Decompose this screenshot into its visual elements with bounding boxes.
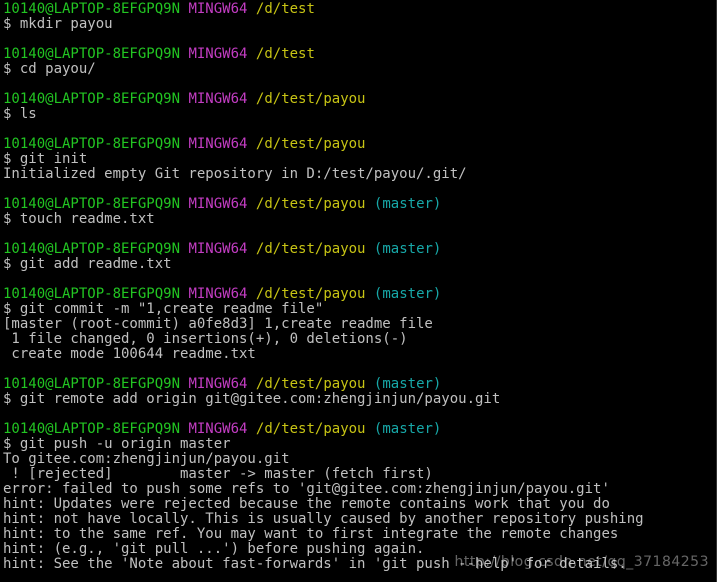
prompt-branch: (master): [373, 286, 442, 302]
prompt-user: 10140@LAPTOP-8EFGPQ9N: [3, 46, 181, 62]
prompt-system: MINGW64: [188, 241, 248, 257]
command-line: $ ls: [3, 106, 37, 122]
command-line: $ mkdir payou: [3, 16, 113, 32]
prompt-path: /d/test: [255, 46, 315, 62]
prompt-system: MINGW64: [188, 376, 248, 392]
output-line: error: failed to push some refs to 'git@…: [3, 481, 610, 497]
prompt-line: 10140@LAPTOP-8EFGPQ9N MINGW64 /d/test/pa…: [3, 92, 716, 107]
prompt-system: MINGW64: [188, 1, 248, 17]
prompt-system: MINGW64: [188, 421, 248, 437]
prompt-user: 10140@LAPTOP-8EFGPQ9N: [3, 286, 181, 302]
prompt-path: /d/test: [255, 1, 315, 17]
output-line: [master (root-commit) a0fe8d3] 1,create …: [3, 316, 433, 332]
prompt-branch: (master): [373, 421, 442, 437]
prompt-system: MINGW64: [188, 286, 248, 302]
prompt-user: 10140@LAPTOP-8EFGPQ9N: [3, 136, 181, 152]
prompt-branch: (master): [373, 196, 442, 212]
terminal-window[interactable]: 10140@LAPTOP-8EFGPQ9N MINGW64 /d/test $ m…: [0, 0, 717, 582]
output-line: To gitee.com:zhengjinjun/payou.git: [3, 451, 290, 467]
prompt-path: /d/test/payou: [255, 136, 366, 152]
prompt-system: MINGW64: [188, 46, 248, 62]
terminal-output: 10140@LAPTOP-8EFGPQ9N MINGW64 /d/test $ m…: [3, 2, 716, 572]
prompt-line: 10140@LAPTOP-8EFGPQ9N MINGW64 /d/test: [3, 47, 716, 62]
command-line: $ git commit -m "1,create readme file": [3, 301, 324, 317]
prompt-branch: (master): [373, 241, 442, 257]
output-line: 1 file changed, 0 insertions(+), 0 delet…: [3, 331, 408, 347]
command-line: $ git remote add origin git@gitee.com:zh…: [3, 391, 501, 407]
prompt-path: /d/test/payou: [255, 241, 366, 257]
prompt-user: 10140@LAPTOP-8EFGPQ9N: [3, 196, 181, 212]
output-line: ! [rejected] master -> master (fetch fir…: [3, 466, 433, 482]
command-line: $ git push -u origin master: [3, 436, 231, 452]
prompt-user: 10140@LAPTOP-8EFGPQ9N: [3, 421, 181, 437]
prompt-path: /d/test/payou: [255, 91, 366, 107]
output-line: hint: not have locally. This is usually …: [3, 511, 644, 527]
prompt-branch: (master): [373, 376, 442, 392]
output-line: Initialized empty Git repository in D:/t…: [3, 166, 467, 182]
prompt-line: 10140@LAPTOP-8EFGPQ9N MINGW64 /d/test: [3, 2, 716, 17]
prompt-line: 10140@LAPTOP-8EFGPQ9N MINGW64 /d/test/pa…: [3, 287, 716, 302]
prompt-line: 10140@LAPTOP-8EFGPQ9N MINGW64 /d/test/pa…: [3, 197, 716, 212]
prompt-user: 10140@LAPTOP-8EFGPQ9N: [3, 241, 181, 257]
prompt-user: 10140@LAPTOP-8EFGPQ9N: [3, 376, 181, 392]
prompt-path: /d/test/payou: [255, 286, 366, 302]
output-line: create mode 100644 readme.txt: [3, 346, 256, 362]
prompt-line: 10140@LAPTOP-8EFGPQ9N MINGW64 /d/test/pa…: [3, 377, 716, 392]
output-line: hint: to the same ref. You may want to f…: [3, 526, 619, 542]
prompt-system: MINGW64: [188, 136, 248, 152]
output-line: hint: Updates were rejected because the …: [3, 496, 610, 512]
command-line: $ git init: [3, 151, 88, 167]
prompt-system: MINGW64: [188, 91, 248, 107]
prompt-path: /d/test/payou: [255, 421, 366, 437]
command-line: $ git add readme.txt: [3, 256, 172, 272]
blog-watermark: http://blog.csdn.net/qq_37184253: [454, 554, 709, 570]
prompt-system: MINGW64: [188, 196, 248, 212]
prompt-line: 10140@LAPTOP-8EFGPQ9N MINGW64 /d/test/pa…: [3, 422, 716, 437]
command-line: $ cd payou/: [3, 61, 96, 77]
prompt-line: 10140@LAPTOP-8EFGPQ9N MINGW64 /d/test/pa…: [3, 242, 716, 257]
prompt-user: 10140@LAPTOP-8EFGPQ9N: [3, 91, 181, 107]
prompt-line: 10140@LAPTOP-8EFGPQ9N MINGW64 /d/test/pa…: [3, 137, 716, 152]
prompt-user: 10140@LAPTOP-8EFGPQ9N: [3, 1, 181, 17]
prompt-path: /d/test/payou: [255, 376, 366, 392]
command-line: $ touch readme.txt: [3, 211, 155, 227]
prompt-path: /d/test/payou: [255, 196, 366, 212]
